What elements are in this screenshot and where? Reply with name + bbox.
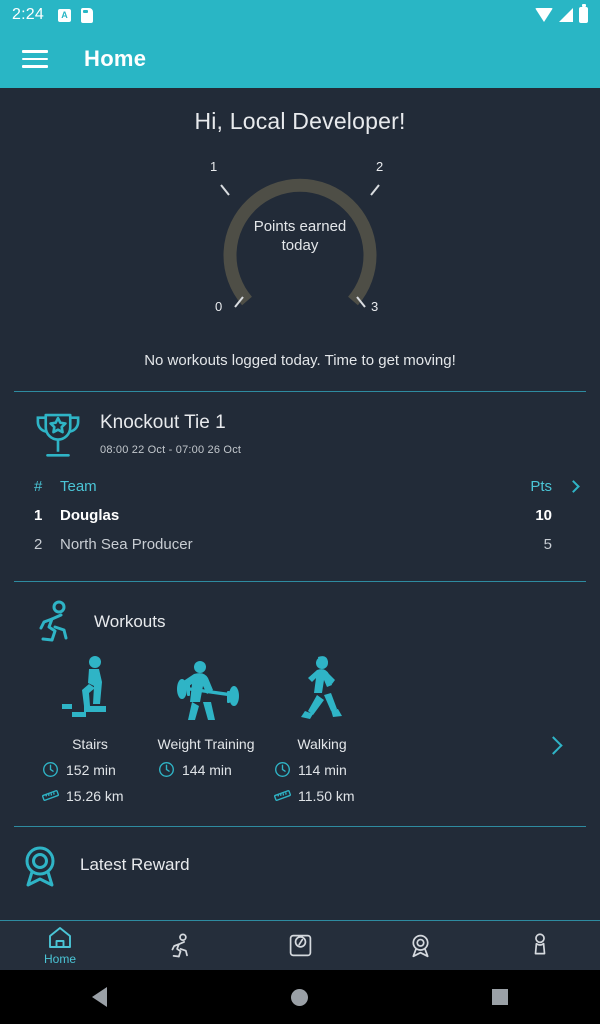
- workouts-card[interactable]: Workouts Stairs 152 min 15.26 km Weight …: [0, 582, 600, 804]
- greeting-text: Hi, Local Developer!: [194, 108, 406, 134]
- sim-card-icon: [80, 7, 93, 23]
- bottom-navigation: Home: [0, 920, 600, 970]
- workout-duration-value: 144 min: [182, 761, 232, 778]
- gauge-tick-1: 1: [210, 159, 218, 174]
- column-header-rank: #: [34, 478, 43, 495]
- gauge-center-line2: today: [281, 237, 319, 254]
- competition-title: Knockout Tie 1: [100, 412, 226, 433]
- status-clock: 2:24: [12, 6, 44, 23]
- row-points: 10: [535, 507, 552, 524]
- workout-distance-value: 11.50 km: [298, 787, 355, 804]
- android-recents-icon[interactable]: [492, 989, 508, 1005]
- nav-item-activity[interactable]: [120, 932, 240, 960]
- nav-item-home[interactable]: Home: [0, 925, 120, 966]
- nav-label-home: Home: [43, 952, 76, 966]
- competition-header: Knockout Tie 1 08:00 22 Oct - 07:00 26 O…: [14, 408, 586, 464]
- gauge-tick-2: 2: [376, 159, 384, 174]
- workout-duration-value: 114 min: [298, 761, 347, 778]
- award-icon: [411, 934, 429, 958]
- chevron-right-icon: [567, 480, 580, 493]
- empty-state-message: No workouts logged today. Time to get mo…: [144, 352, 456, 369]
- workout-name: Stairs: [72, 736, 108, 752]
- workout-duration: 144 min: [148, 761, 264, 778]
- running-icon: [171, 932, 188, 957]
- latest-reward-title: Latest Reward: [80, 855, 190, 874]
- workout-distance: 15.26 km: [32, 787, 148, 804]
- gauge-center-label: Points earned today: [185, 217, 415, 255]
- row-rank: 1: [34, 507, 43, 524]
- competition-title-block: Knockout Tie 1 08:00 22 Oct - 07:00 26 O…: [100, 408, 241, 456]
- gauge-center-line1: Points earned: [253, 218, 347, 235]
- a-badge-icon: A: [57, 8, 71, 22]
- latest-reward-card[interactable]: Latest Reward: [0, 841, 600, 889]
- weight-lifter-icon: [177, 661, 239, 720]
- gauge-tick-0: 0: [215, 299, 223, 314]
- hamburger-menu-icon[interactable]: [22, 50, 48, 68]
- table-row[interactable]: 2 North Sea Producer 5: [34, 530, 578, 559]
- page-title: Home: [84, 46, 147, 71]
- divider-reward: [14, 826, 586, 827]
- row-team: Douglas: [60, 507, 120, 524]
- leaderboard-header-row: # Team Pts: [34, 472, 580, 501]
- scroll-content[interactable]: Hi, Local Developer! Points earned today…: [0, 88, 600, 920]
- leaderboard-chevron[interactable]: [552, 478, 580, 495]
- app-bar: Home: [0, 30, 600, 88]
- workout-distance: 11.50 km: [264, 787, 380, 804]
- workout-distance-value: 15.26 km: [66, 787, 124, 804]
- workout-figure: [32, 652, 148, 728]
- android-back-icon[interactable]: [92, 987, 107, 1007]
- workout-item-walking[interactable]: Walking 114 min 11.50 km: [264, 652, 380, 804]
- status-left-icons: A: [57, 7, 93, 23]
- nav-item-rewards[interactable]: [360, 932, 480, 959]
- row-points: 5: [543, 536, 552, 553]
- person-icon: [534, 933, 546, 955]
- gauge-tick-3: 3: [371, 299, 379, 314]
- workout-item-stairs[interactable]: Stairs 152 min 15.26 km: [32, 652, 148, 804]
- app-screen: 2:24 A Home Hi, Local Developer! Points …: [0, 0, 600, 1024]
- column-header-team: Team: [60, 478, 97, 495]
- workouts-list: Stairs 152 min 15.26 km Weight Training …: [14, 652, 586, 804]
- competition-dates: 08:00 22 Oct - 07:00 26 Oct: [100, 444, 242, 456]
- workouts-more-button[interactable]: [544, 699, 563, 757]
- wifi-icon: [535, 8, 553, 22]
- running-person-icon: [39, 600, 68, 642]
- row-team: North Sea Producer: [60, 536, 193, 553]
- competition-card[interactable]: Knockout Tie 1 08:00 22 Oct - 07:00 26 O…: [0, 392, 600, 559]
- trophy-icon: [36, 413, 80, 457]
- workout-item-weight-training[interactable]: Weight Training 144 min: [148, 652, 264, 778]
- workout-duration: 152 min: [32, 761, 148, 778]
- stairs-climber-icon: [62, 656, 106, 717]
- android-home-icon[interactable]: [291, 988, 308, 1006]
- chevron-right-icon: [544, 736, 563, 755]
- points-gauge: Points earned today 0 1 2 3: [185, 149, 415, 324]
- clock-icon: [275, 762, 290, 777]
- workouts-header: Workouts: [14, 598, 586, 646]
- status-bar: 2:24 A: [0, 0, 600, 30]
- clock-icon: [159, 762, 174, 777]
- ruler-icon: [42, 790, 59, 801]
- ruler-icon: [274, 790, 291, 801]
- signal-icon: [559, 8, 573, 22]
- workout-figure: [148, 652, 264, 728]
- workout-name: Weight Training: [157, 736, 255, 752]
- row-rank: 2: [34, 536, 43, 553]
- status-right-icons: [535, 4, 588, 23]
- walking-person-icon: [301, 656, 342, 719]
- leaderboard-table: # Team Pts 1 Douglas 10 2 North Sea Prod…: [14, 472, 586, 559]
- clock-icon: [43, 762, 58, 777]
- scale-icon: [289, 934, 311, 957]
- award-rosette-icon: [25, 846, 55, 887]
- nav-item-weight[interactable]: [240, 932, 360, 959]
- home-icon: [49, 927, 71, 948]
- workout-duration-value: 152 min: [66, 761, 116, 778]
- workout-name: Walking: [297, 736, 347, 752]
- nav-item-profile[interactable]: [480, 932, 600, 959]
- android-system-bar: [0, 970, 600, 1024]
- column-header-points: Pts: [530, 478, 552, 495]
- battery-icon: [579, 4, 588, 23]
- table-row[interactable]: 1 Douglas 10: [34, 501, 578, 530]
- workouts-title: Workouts: [94, 612, 166, 631]
- workout-figure: [264, 652, 380, 728]
- workout-duration: 114 min: [264, 761, 380, 778]
